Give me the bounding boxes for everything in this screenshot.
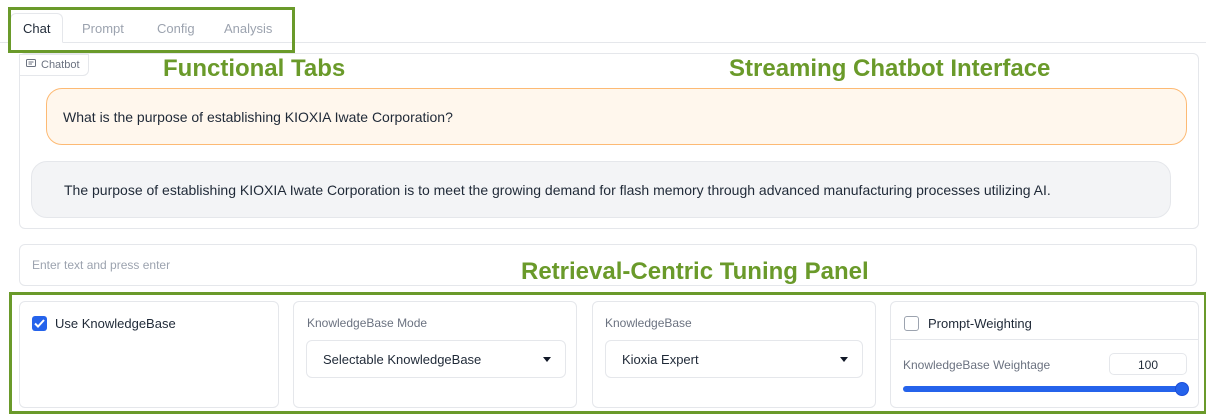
kb-selected: Kioxia Expert [622,351,699,367]
prompt-weighting-label: Prompt-Weighting [928,316,1032,331]
kb-mode-select[interactable]: Selectable KnowledgeBase [306,340,566,378]
functional-tabs-highlight [8,7,295,53]
kb-weightage-label: KnowledgeBase Weightage [903,358,1051,372]
bot-message-text: The purpose of establishing KIOXIA Iwate… [64,181,1051,198]
prompt-weighting-checkbox[interactable] [904,316,919,331]
use-kb-checkbox-row[interactable]: Use KnowledgeBase [32,316,176,331]
user-message: What is the purpose of establishing KIOX… [46,88,1187,145]
kb-select[interactable]: Kioxia Expert [605,340,863,378]
bot-message: The purpose of establishing KIOXIA Iwate… [31,161,1171,218]
annotation-streaming-chatbot: Streaming Chatbot Interface [729,55,1051,82]
use-kb-card: Use KnowledgeBase [19,301,279,408]
prompt-weighting-card: Prompt-Weighting KnowledgeBase Weightage… [890,301,1199,408]
kb-weightage-slider[interactable] [903,382,1189,396]
chatbot-label-text: Chatbot [41,59,80,71]
check-icon [34,319,45,328]
kb-weightage-number[interactable]: 100 [1109,353,1187,375]
use-kb-label: Use KnowledgeBase [55,316,176,331]
annotation-functional-tabs: Functional Tabs [163,55,346,82]
kb-mode-card: KnowledgeBase Mode Selectable KnowledgeB… [293,301,577,408]
kb-card: KnowledgeBase Kioxia Expert [592,301,876,408]
prompt-weighting-row[interactable]: Prompt-Weighting [904,316,1032,331]
chevron-down-icon [543,356,551,362]
chevron-down-icon [840,356,848,362]
chatbot-label: Chatbot [19,54,89,76]
annotation-retrieval-panel: Retrieval-Centric Tuning Panel [521,258,869,285]
kb-mode-label: KnowledgeBase Mode [307,316,428,330]
card-divider [891,339,1198,340]
kb-label: KnowledgeBase [605,316,692,330]
use-kb-checkbox[interactable] [32,316,47,331]
user-message-text: What is the purpose of establishing KIOX… [63,108,453,125]
chat-bubble-icon [26,58,36,72]
slider-track [903,386,1187,392]
kb-mode-selected: Selectable KnowledgeBase [323,351,482,367]
slider-thumb[interactable] [1175,382,1189,396]
